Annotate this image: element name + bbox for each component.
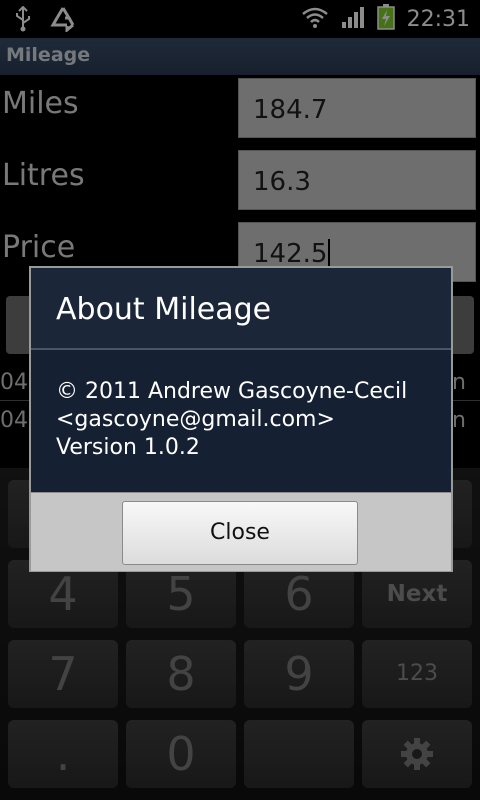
dialog-title: About Mileage bbox=[56, 292, 272, 327]
dialog-header: About Mileage bbox=[31, 268, 451, 350]
copyright-text: © 2011 Andrew Gascoyne-Cecil bbox=[56, 379, 408, 404]
close-button[interactable]: Close bbox=[122, 501, 358, 565]
about-dialog: About Mileage © 2011 Andrew Gascoyne-Cec… bbox=[29, 266, 453, 572]
version-text: Version 1.0.2 bbox=[56, 435, 200, 460]
email-text: <gascoyne@gmail.com> bbox=[56, 407, 335, 432]
dialog-footer: Close bbox=[31, 492, 451, 571]
dialog-message: © 2011 Andrew Gascoyne-Cecil <gascoyne@g… bbox=[56, 378, 407, 462]
